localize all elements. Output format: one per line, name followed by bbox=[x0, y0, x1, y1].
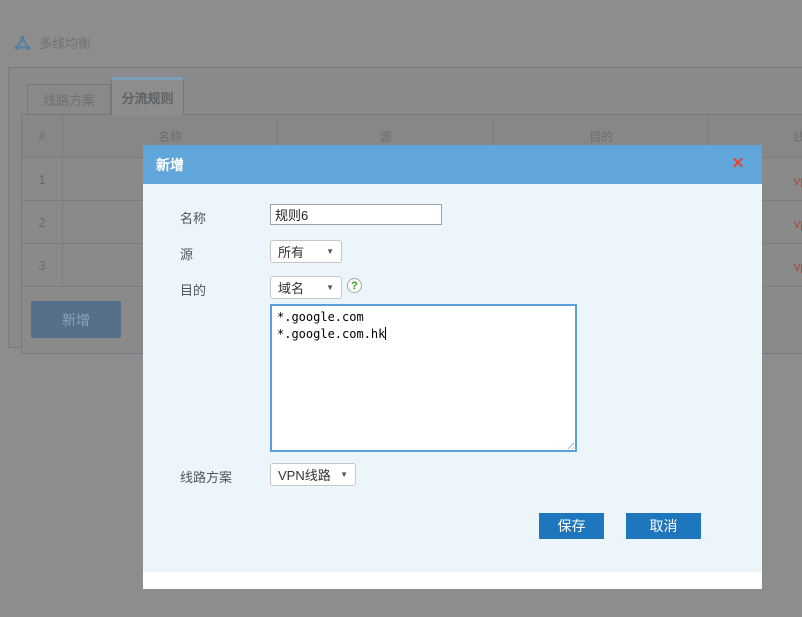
save-button[interactable]: 保存 bbox=[539, 513, 604, 539]
dest-label: 目的 bbox=[180, 280, 206, 299]
line-scheme-label: 线路方案 bbox=[180, 467, 232, 486]
domain-list-wrap: *.google.com *.google.com.hk bbox=[270, 304, 577, 452]
add-rule-dialog: 新增 ✕ 名称 源 所有 ▼ 目的 域名 ▼ ? *.google.com *.… bbox=[143, 145, 762, 589]
name-label: 名称 bbox=[180, 208, 206, 227]
source-select-value: 所有 bbox=[278, 242, 304, 261]
chevron-down-icon: ▼ bbox=[340, 470, 348, 479]
source-select[interactable]: 所有 ▼ bbox=[270, 240, 342, 263]
name-input[interactable] bbox=[270, 204, 442, 225]
chevron-down-icon: ▼ bbox=[326, 283, 334, 292]
help-icon[interactable]: ? bbox=[347, 278, 362, 293]
dest-select-value: 域名 bbox=[278, 278, 304, 297]
dialog-header bbox=[143, 145, 762, 184]
domain-list-textarea[interactable]: *.google.com *.google.com.hk bbox=[270, 304, 577, 452]
line-scheme-select-value: VPN线路 bbox=[278, 465, 331, 484]
dialog-footer bbox=[143, 572, 762, 589]
dest-select[interactable]: 域名 ▼ bbox=[270, 276, 342, 299]
source-label: 源 bbox=[180, 244, 193, 263]
chevron-down-icon: ▼ bbox=[326, 247, 334, 256]
dialog-title: 新增 bbox=[156, 145, 184, 184]
app-screen: 多线均衡 线路方案 分流规则 # 名称 源 目的 线路方案 1 vpn线路 2 … bbox=[0, 0, 802, 617]
cancel-button[interactable]: 取消 bbox=[626, 513, 701, 539]
close-icon[interactable]: ✕ bbox=[729, 155, 747, 173]
line-scheme-select[interactable]: VPN线路 ▼ bbox=[270, 463, 356, 486]
